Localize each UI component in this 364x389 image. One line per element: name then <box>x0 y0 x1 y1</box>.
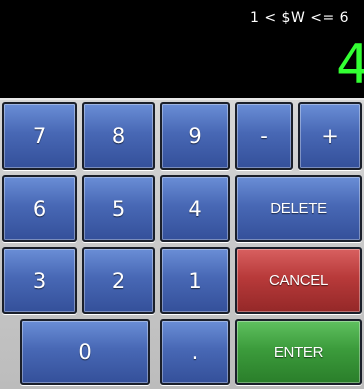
key-decimal[interactable]: . <box>160 319 230 385</box>
cancel-button-label: CANCEL <box>268 272 329 289</box>
numeric-keypad: 1 < $W <= 6 4 7 8 9 - + 6 5 4 DELETE 3 2… <box>0 0 364 389</box>
key-8-label: 8 <box>111 124 126 148</box>
key-9-label: 9 <box>188 124 202 148</box>
key-8[interactable]: 8 <box>82 102 155 170</box>
current-value: 4 <box>336 33 364 96</box>
key-7[interactable]: 7 <box>2 102 77 170</box>
enter-button-label: ENTER <box>273 343 324 361</box>
key-9[interactable]: 9 <box>160 102 230 170</box>
key-2-label: 2 <box>111 268 126 293</box>
delete-button[interactable]: DELETE <box>235 175 362 242</box>
constraint-text: 1 < $W <= 6 <box>250 10 350 26</box>
key-1[interactable]: 1 <box>160 247 230 314</box>
key-1-label: 1 <box>188 268 202 293</box>
cancel-button[interactable]: CANCEL <box>235 247 362 314</box>
key-2[interactable]: 2 <box>82 247 155 314</box>
key-decimal-label: . <box>191 340 199 364</box>
delete-button-label: DELETE <box>270 200 327 217</box>
key-6-label: 6 <box>32 196 47 221</box>
key-6[interactable]: 6 <box>2 175 77 242</box>
key-5[interactable]: 5 <box>82 175 155 242</box>
enter-button[interactable]: ENTER <box>235 319 362 385</box>
key-5-label: 5 <box>111 196 126 221</box>
key-plus[interactable]: + <box>298 102 362 170</box>
key-0-label: 0 <box>78 340 92 364</box>
value-display: 1 < $W <= 6 4 <box>0 0 364 98</box>
key-4[interactable]: 4 <box>160 175 230 242</box>
key-7-label: 7 <box>32 124 47 148</box>
key-3-label: 3 <box>32 268 47 293</box>
key-4-label: 4 <box>188 196 202 221</box>
key-plus-label: + <box>321 124 339 148</box>
key-3[interactable]: 3 <box>2 247 77 314</box>
key-minus-label: - <box>260 124 268 148</box>
key-0[interactable]: 0 <box>20 319 150 385</box>
key-minus[interactable]: - <box>235 102 293 170</box>
